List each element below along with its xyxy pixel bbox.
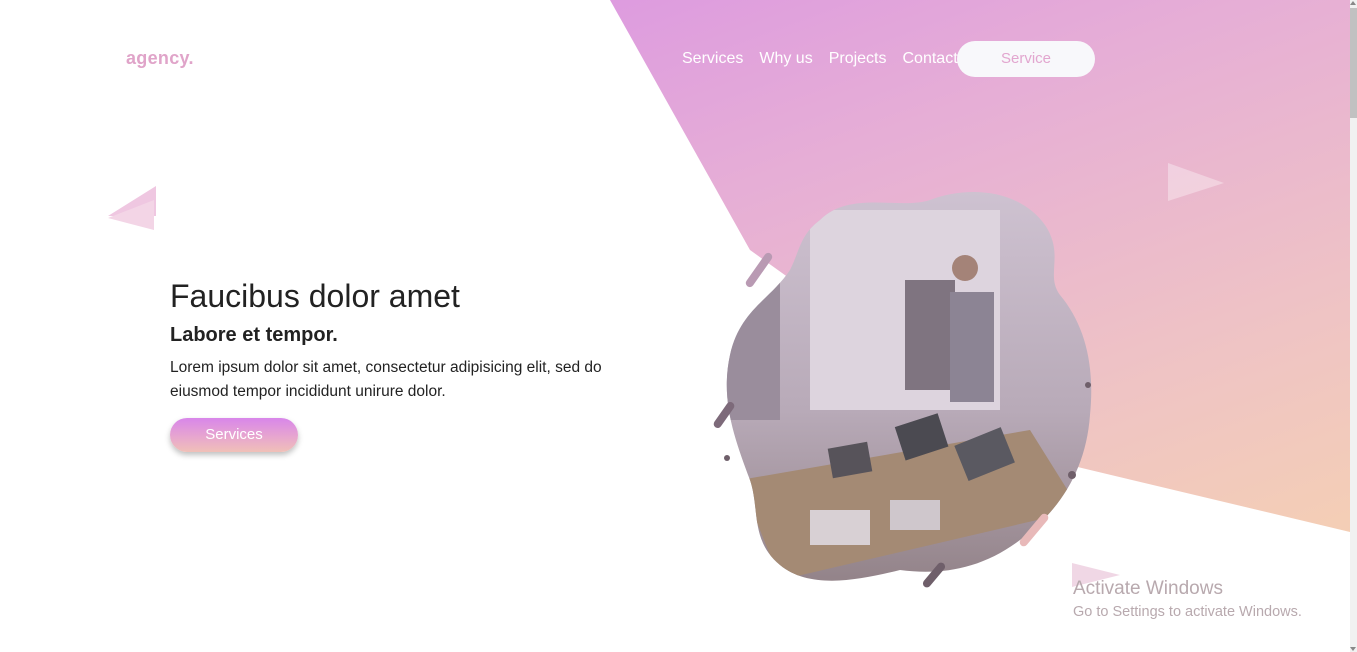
nav-service-button[interactable]: Service: [957, 41, 1095, 77]
windows-activation-watermark: Activate Windows Go to Settings to activ…: [1073, 578, 1302, 622]
nav-link-services[interactable]: Services: [682, 41, 743, 77]
nav-link-contact[interactable]: Contact: [903, 41, 958, 77]
site-logo[interactable]: agency.: [126, 48, 194, 69]
hero-subtitle: Labore et tempor.: [170, 324, 338, 346]
hero-title: Faucibus dolor amet: [170, 278, 460, 314]
scroll-down-arrow-icon[interactable]: [1350, 647, 1356, 651]
vertical-scrollbar[interactable]: [1350, 0, 1357, 652]
scroll-up-arrow-icon[interactable]: [1350, 1, 1356, 5]
hero-photo: [700, 180, 1100, 600]
office-meeting-illustration: [713, 192, 1092, 588]
main-nav: Services Why us Projects Contact: [682, 41, 974, 77]
hero-description: Lorem ipsum dolor sit amet, consectetur …: [170, 359, 602, 400]
hero-services-button[interactable]: Services: [170, 418, 298, 452]
nav-link-why-us[interactable]: Why us: [759, 41, 812, 77]
decorative-triangle: [108, 200, 154, 230]
watermark-title: Activate Windows: [1073, 578, 1223, 599]
scroll-thumb[interactable]: [1350, 8, 1357, 118]
decorative-triangle: [1168, 163, 1224, 201]
nav-link-projects[interactable]: Projects: [829, 41, 887, 77]
watermark-subtitle: Go to Settings to activate Windows.: [1073, 604, 1302, 620]
hero-text: Faucibus dolor amet Labore et tempor. Lo…: [170, 276, 640, 404]
